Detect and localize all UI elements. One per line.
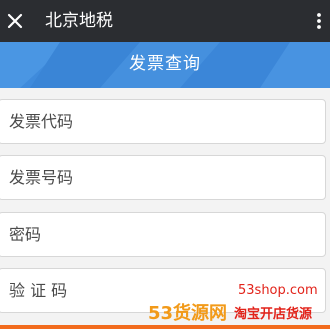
more-vertical-icon xyxy=(317,13,321,29)
more-button[interactable] xyxy=(308,0,330,42)
close-icon xyxy=(7,13,23,29)
close-button[interactable] xyxy=(0,0,30,42)
invoice-number-input[interactable] xyxy=(0,155,326,200)
page-header-banner: 发票查询 xyxy=(0,42,330,88)
app-title: 北京地税 xyxy=(45,11,113,31)
app-bar: 北京地税 xyxy=(0,0,330,42)
invoice-code-input[interactable] xyxy=(0,99,326,144)
page-title: 发票查询 xyxy=(129,54,201,74)
captcha-input[interactable] xyxy=(0,268,326,313)
password-input[interactable] xyxy=(0,212,326,257)
bottom-accent-bar xyxy=(0,325,330,329)
